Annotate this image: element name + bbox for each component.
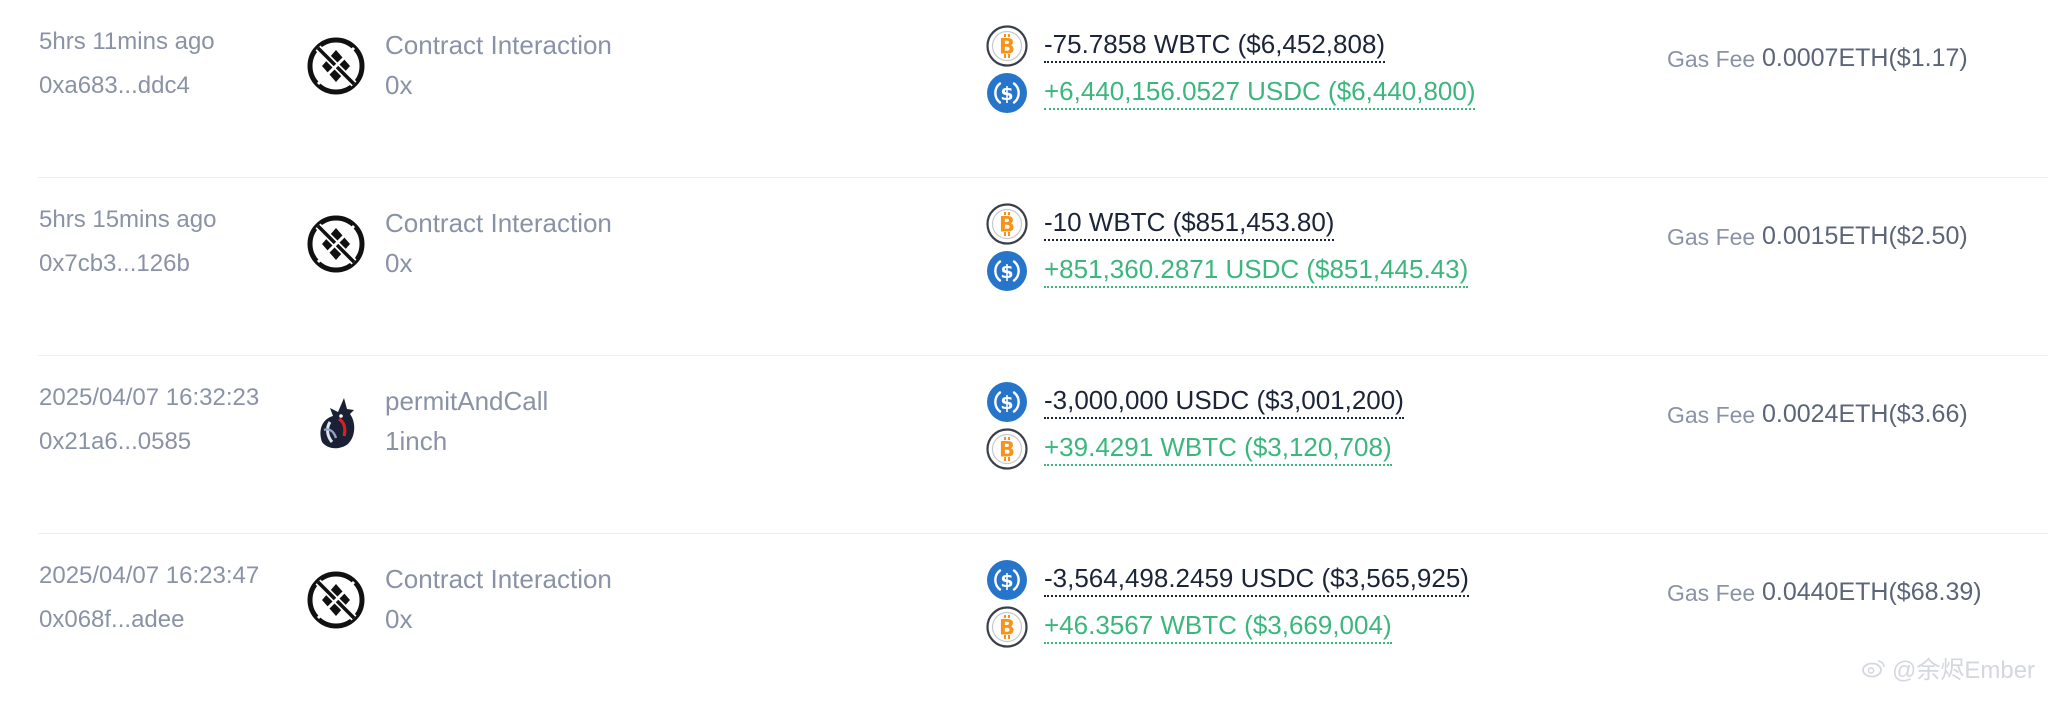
transfer-out-amount[interactable]: -3,000,000 USDC ($3,001,200)	[1044, 385, 1404, 419]
method-target: 1inch	[385, 426, 448, 456]
blocked-circle-icon	[306, 570, 366, 630]
transaction-time: 2025/04/07 16:32:23	[39, 384, 260, 411]
gas-fee-value: 0.0440ETH($68.39)	[1762, 578, 1982, 606]
transaction-time: 2025/04/07 16:23:47	[39, 562, 260, 589]
gas-fee-label: Gas Fee	[1667, 402, 1756, 428]
transaction-hash-link[interactable]: 0x7cb3...126b	[39, 250, 190, 278]
gas-fee-label: Gas Fee	[1667, 580, 1756, 606]
method-target: 0x	[385, 70, 413, 100]
transfer-out-amount[interactable]: -75.7858 WBTC ($6,452,808)	[1044, 29, 1386, 63]
transaction-hash-link[interactable]: 0x068f...adee	[39, 606, 184, 634]
method-target: 0x	[385, 604, 413, 634]
watermark: @余烬Ember	[1862, 650, 2035, 685]
unicorn-1inch-icon	[306, 392, 366, 452]
transaction-time: 5hrs 11mins ago	[39, 28, 215, 55]
transaction-row[interactable]: 2025/04/07 16:23:47 0x068f...adee Contra…	[0, 534, 2048, 712]
transfer-in-amount[interactable]: +851,360.2871 USDC ($851,445.43)	[1044, 254, 1469, 288]
transaction-row[interactable]: 2025/04/07 16:32:23 0x21a6...0585 permit…	[0, 356, 2048, 534]
method-target: 0x	[385, 248, 413, 278]
wbtc-icon	[986, 606, 1028, 648]
transaction-hash-link[interactable]: 0xa683...ddc4	[39, 72, 190, 100]
gas-fee-value: 0.0007ETH($1.17)	[1762, 44, 1968, 72]
transaction-row[interactable]: 5hrs 11mins ago 0xa683...ddc4 Contract I…	[0, 0, 2048, 178]
transfer-in: +46.3567 WBTC ($3,669,004)	[986, 605, 1392, 649]
transfer-out: -10 WBTC ($851,453.80)	[986, 202, 1335, 246]
transfer-out-amount[interactable]: -3,564,498.2459 USDC ($3,565,925)	[1044, 563, 1469, 597]
gas-fee-label: Gas Fee	[1667, 46, 1756, 72]
method-name: Contract Interaction	[385, 564, 612, 594]
transfer-out: -75.7858 WBTC ($6,452,808)	[986, 24, 1386, 68]
transfer-out-amount[interactable]: -10 WBTC ($851,453.80)	[1044, 207, 1335, 241]
transfer-out: -3,564,498.2459 USDC ($3,565,925)	[986, 558, 1469, 602]
wbtc-icon	[986, 428, 1028, 470]
blocked-circle-icon	[306, 36, 366, 96]
transaction-time: 5hrs 15mins ago	[39, 206, 217, 233]
usdc-icon	[986, 559, 1028, 601]
transfer-in-amount[interactable]: +6,440,156.0527 USDC ($6,440,800)	[1044, 76, 1476, 110]
transfer-in: +39.4291 WBTC ($3,120,708)	[986, 427, 1392, 471]
transfer-in: +6,440,156.0527 USDC ($6,440,800)	[986, 71, 1476, 115]
transaction-row[interactable]: 5hrs 15mins ago 0x7cb3...126b Contract I…	[0, 178, 2048, 356]
watermark-text: @余烬Ember	[1892, 657, 2036, 684]
weibo-logo-icon	[1862, 659, 1885, 677]
method-name: permitAndCall	[385, 386, 549, 416]
transfer-in-amount[interactable]: +39.4291 WBTC ($3,120,708)	[1044, 432, 1392, 466]
gas-fee-value: 0.0024ETH($3.66)	[1762, 400, 1968, 428]
transfer-out: -3,000,000 USDC ($3,001,200)	[986, 380, 1404, 424]
gas-fee-value: 0.0015ETH($2.50)	[1762, 222, 1968, 250]
usdc-icon	[986, 381, 1028, 423]
wbtc-icon	[986, 203, 1028, 245]
method-name: Contract Interaction	[385, 30, 612, 60]
wbtc-icon	[986, 25, 1028, 67]
transfer-in-amount[interactable]: +46.3567 WBTC ($3,669,004)	[1044, 610, 1392, 644]
usdc-icon	[986, 250, 1028, 292]
blocked-circle-icon	[306, 214, 366, 274]
method-name: Contract Interaction	[385, 208, 612, 238]
transfer-in: +851,360.2871 USDC ($851,445.43)	[986, 249, 1469, 293]
usdc-icon	[986, 72, 1028, 114]
transaction-hash-link[interactable]: 0x21a6...0585	[39, 428, 191, 456]
gas-fee-label: Gas Fee	[1667, 224, 1756, 250]
